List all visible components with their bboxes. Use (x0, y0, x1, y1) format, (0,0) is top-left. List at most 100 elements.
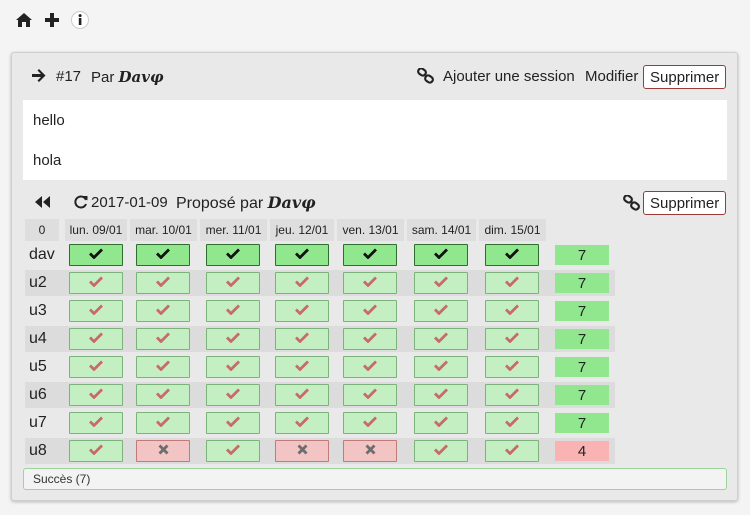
vote-cell-yes[interactable] (275, 356, 329, 378)
vote-cell-yes[interactable] (69, 384, 123, 406)
add-session-link[interactable]: Ajouter une session (443, 68, 575, 85)
vote-cell-yes[interactable] (343, 384, 397, 406)
info-icon[interactable] (70, 10, 90, 30)
row-total: 4 (555, 441, 609, 461)
check-icon (505, 246, 519, 264)
check-icon (226, 386, 240, 404)
day-header: ven. 13/01 (337, 219, 404, 241)
check-icon (226, 414, 240, 432)
vote-cell-yes[interactable] (136, 244, 190, 266)
vote-cell-yes[interactable] (485, 412, 539, 434)
check-icon (295, 246, 309, 264)
vote-cell-yes[interactable] (414, 300, 468, 322)
vote-cell-yes[interactable] (275, 412, 329, 434)
link-icon[interactable] (417, 67, 435, 89)
check-icon (226, 246, 240, 264)
vote-cell-yes[interactable] (485, 272, 539, 294)
success-status: Succès (7) (23, 468, 727, 490)
vote-cell-yes[interactable] (343, 300, 397, 322)
vote-cell-yes[interactable] (343, 356, 397, 378)
check-icon (434, 330, 448, 348)
vote-cell-yes[interactable] (414, 384, 468, 406)
vote-cell-yes[interactable] (136, 412, 190, 434)
vote-cell-yes[interactable] (485, 356, 539, 378)
vote-cell-yes[interactable] (69, 244, 123, 266)
vote-cell-yes[interactable] (206, 300, 260, 322)
check-icon (156, 358, 170, 376)
check-icon (89, 442, 103, 460)
vote-cell-yes[interactable] (414, 440, 468, 462)
vote-cell-yes[interactable] (136, 272, 190, 294)
check-icon (505, 330, 519, 348)
vote-cell-yes[interactable] (275, 244, 329, 266)
vote-cell-yes[interactable] (206, 384, 260, 406)
vote-cell-yes[interactable] (136, 356, 190, 378)
check-icon (505, 302, 519, 320)
message-item: hello (33, 112, 65, 129)
plus-icon[interactable] (42, 10, 62, 30)
modify-link[interactable]: Modifier (585, 68, 638, 85)
top-nav (14, 10, 90, 30)
vote-cell-yes[interactable] (343, 244, 397, 266)
vote-cell-yes[interactable] (414, 328, 468, 350)
vote-cell-yes[interactable] (485, 440, 539, 462)
vote-cell-yes[interactable] (414, 244, 468, 266)
vote-cell-no[interactable] (275, 440, 329, 462)
link-icon[interactable] (623, 194, 641, 216)
vote-cell-yes[interactable] (69, 412, 123, 434)
check-icon (295, 358, 309, 376)
vote-cell-yes[interactable] (206, 412, 260, 434)
row-total: 7 (555, 245, 609, 265)
vote-cell-yes[interactable] (136, 328, 190, 350)
check-icon (363, 414, 377, 432)
check-icon (89, 414, 103, 432)
vote-cell-yes[interactable] (206, 244, 260, 266)
vote-cell-yes[interactable] (206, 272, 260, 294)
refresh-icon[interactable] (74, 195, 88, 214)
vote-cell-yes[interactable] (69, 300, 123, 322)
vote-cell-yes[interactable] (206, 328, 260, 350)
vote-cell-yes[interactable] (343, 272, 397, 294)
vote-cell-yes[interactable] (275, 328, 329, 350)
grid-corner-cell: 0 (25, 219, 59, 241)
vote-cell-yes[interactable] (275, 300, 329, 322)
vote-cell-yes[interactable] (485, 300, 539, 322)
vote-cell-yes[interactable] (69, 328, 123, 350)
vote-cell-yes[interactable] (206, 440, 260, 462)
vote-cell-yes[interactable] (485, 244, 539, 266)
arrow-right-icon[interactable] (32, 69, 47, 87)
vote-cell-yes[interactable] (343, 412, 397, 434)
check-icon (505, 386, 519, 404)
row-user-label: u8 (29, 442, 47, 459)
vote-cell-no[interactable] (343, 440, 397, 462)
check-icon (156, 330, 170, 348)
fast-backward-icon[interactable] (35, 195, 51, 213)
vote-cell-yes[interactable] (485, 328, 539, 350)
check-icon (434, 274, 448, 292)
vote-cell-yes[interactable] (69, 272, 123, 294)
vote-cell-yes[interactable] (275, 384, 329, 406)
vote-cell-yes[interactable] (69, 356, 123, 378)
check-icon (156, 386, 170, 404)
poll-id: #17 (56, 68, 82, 85)
vote-cell-yes[interactable] (414, 272, 468, 294)
check-icon (89, 330, 103, 348)
vote-cell-yes[interactable] (343, 328, 397, 350)
cross-icon (365, 442, 376, 460)
home-icon[interactable] (14, 10, 34, 30)
vote-cell-yes[interactable] (414, 412, 468, 434)
vote-cell-yes[interactable] (414, 356, 468, 378)
cross-icon (158, 442, 169, 460)
vote-cell-yes[interactable] (485, 384, 539, 406)
delete-session-button[interactable]: Supprimer (643, 191, 727, 215)
vote-cell-yes[interactable] (136, 384, 190, 406)
vote-cell-yes[interactable] (275, 272, 329, 294)
vote-cell-no[interactable] (136, 440, 190, 462)
delete-poll-button[interactable]: Supprimer (643, 65, 727, 89)
vote-cell-yes[interactable] (206, 356, 260, 378)
day-header: mar. 10/01 (130, 219, 197, 241)
check-icon (89, 386, 103, 404)
vote-cell-yes[interactable] (69, 440, 123, 462)
check-icon (226, 274, 240, 292)
vote-cell-yes[interactable] (136, 300, 190, 322)
